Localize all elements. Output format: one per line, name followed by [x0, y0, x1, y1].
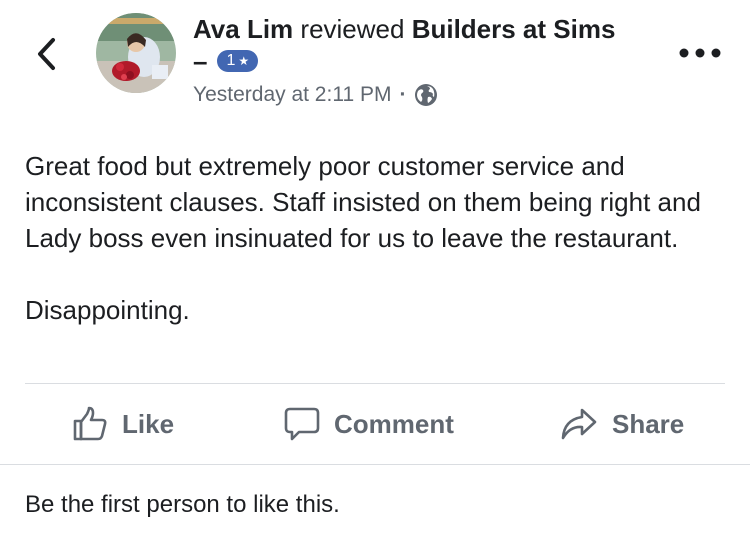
avatar[interactable] — [96, 13, 176, 93]
rating-dash: – — [193, 46, 208, 76]
divider — [0, 464, 750, 465]
globe-icon — [415, 84, 438, 106]
rating-value: 1 — [226, 52, 236, 69]
page-name-link[interactable]: Builders at Sims — [412, 14, 616, 44]
post-meta: Yesterday at 2:11 PM · — [193, 82, 663, 108]
share-label: Share — [612, 408, 685, 439]
comment-button[interactable]: Comment — [284, 384, 454, 464]
action-bar: Like Comment Share — [0, 384, 750, 464]
more-options-button[interactable] — [676, 38, 724, 68]
post-header: Ava Lim reviewed Builders at Sims – 1 ★ … — [193, 12, 663, 108]
share-button[interactable]: Share — [560, 384, 684, 464]
chevron-left-icon — [38, 38, 55, 70]
comment-label: Comment — [334, 408, 454, 439]
action-verb: reviewed — [293, 14, 412, 44]
timestamp-link[interactable]: Yesterday at 2:11 PM — [193, 82, 391, 108]
review-text: Great food but extremely poor customer s… — [25, 148, 725, 328]
like-button[interactable]: Like — [72, 384, 174, 464]
post-title: Ava Lim reviewed Builders at Sims — [193, 12, 663, 46]
rating-badge: 1 ★ — [217, 50, 259, 72]
author-name-link[interactable]: Ava Lim — [193, 14, 293, 44]
meta-separator: · — [399, 83, 407, 106]
comment-bubble-icon — [284, 407, 320, 441]
more-dots-icon — [679, 48, 721, 58]
rating-line: – 1 ★ — [193, 46, 663, 76]
thumbs-up-icon — [73, 406, 107, 441]
share-arrow-icon — [561, 408, 597, 440]
back-button[interactable] — [30, 34, 62, 74]
star-icon: ★ — [238, 54, 250, 68]
like-label: Like — [122, 408, 175, 439]
review-paragraph: Great food but extremely poor customer s… — [25, 151, 701, 253]
review-paragraph: Disappointing. — [25, 295, 190, 325]
reactions-summary: Be the first person to like this. — [25, 491, 340, 518]
